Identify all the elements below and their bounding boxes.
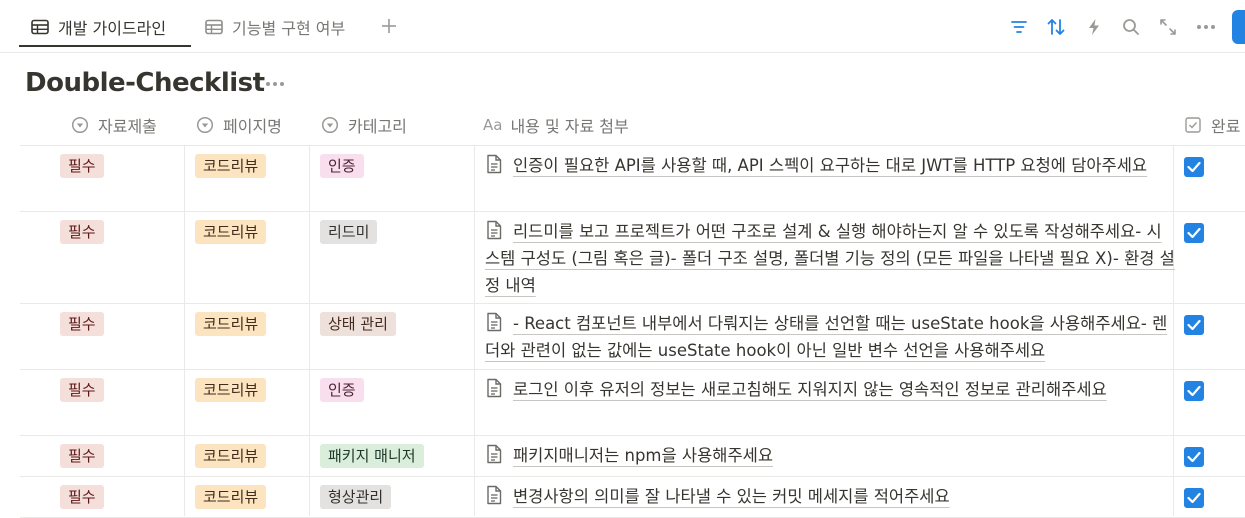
column-label: 카테고리 [348, 117, 407, 136]
table-row[interactable]: 필수 코드리뷰 상태 관리 - React 컴포넌트 내부에서 다뤄지는 상태를… [20, 304, 1245, 370]
done-checkbox[interactable] [1184, 381, 1204, 401]
table-row[interactable]: 필수 코드리뷰 패키지 매니저 패키지매니저는 npm을 사용해주세요 [20, 436, 1245, 477]
page-tag[interactable]: 코드리뷰 [195, 485, 267, 509]
title-icon: Aa [483, 116, 503, 134]
table-row[interactable]: 필수 코드리뷰 인증 인증이 필요한 API를 사용할 때, API 스펙이 요… [20, 146, 1245, 212]
column-label: 페이지명 [223, 117, 282, 136]
content-cell[interactable]: - React 컴포넌트 내부에서 다뤄지는 상태를 선언할 때는 useSta… [485, 310, 1175, 364]
filter-button[interactable] [1007, 15, 1031, 39]
table-row[interactable]: 필수 코드리뷰 리드미 리드미를 보고 프로젝트가 어떤 구조로 설계 & 실행… [20, 212, 1245, 304]
more-options-button[interactable] [1194, 15, 1218, 39]
search-icon [1123, 19, 1139, 35]
column-header-page[interactable]: 페이지명 [195, 108, 282, 142]
content-link[interactable]: 패키지매니저는 npm을 사용해주세요 [513, 446, 773, 465]
column-header-category[interactable]: 카테고리 [320, 108, 407, 142]
table-icon [30, 17, 50, 37]
expand-icon [1160, 19, 1176, 35]
search-button[interactable] [1119, 15, 1143, 39]
expand-button[interactable] [1156, 15, 1180, 39]
add-view-button[interactable] [377, 14, 401, 38]
content-cell[interactable]: 패키지매니저는 npm을 사용해주세요 [485, 442, 1175, 469]
column-header-done[interactable]: 완료 [1183, 108, 1240, 142]
table-row[interactable]: 필수 코드리뷰 인증 로그인 이후 유저의 정보는 새로고침해도 지워지지 않는… [20, 370, 1245, 436]
category-tag[interactable]: 상태 관리 [320, 312, 396, 336]
check-icon [1187, 161, 1201, 173]
submit-tag[interactable]: 필수 [60, 485, 104, 509]
tab-dev-guideline[interactable]: 개발 가이드라인 [30, 12, 166, 42]
table-row[interactable]: 필수 코드리뷰 형상관리 변경사항의 의미를 잘 나타낼 수 있는 커밋 메세지… [20, 477, 1245, 518]
done-checkbox[interactable] [1184, 223, 1204, 243]
document-icon [487, 312, 502, 332]
active-tab-indicator [19, 45, 191, 47]
submit-tag[interactable]: 필수 [60, 378, 104, 402]
tab-label: 기능별 구현 여부 [232, 19, 346, 38]
select-icon [70, 115, 90, 135]
page-tag[interactable]: 코드리뷰 [195, 312, 267, 336]
category-tag[interactable]: 패키지 매니저 [320, 444, 424, 468]
submit-tag[interactable]: 필수 [60, 220, 104, 244]
page-tag[interactable]: 코드리뷰 [195, 378, 267, 402]
content-link[interactable]: 인증이 필요한 API를 사용할 때, API 스펙이 요구하는 대로 JWT를… [513, 156, 1147, 175]
category-tag[interactable]: 형상관리 [320, 485, 392, 509]
database-title[interactable]: Double-Checklist [25, 68, 265, 98]
more-icon [1197, 25, 1215, 29]
done-checkbox[interactable] [1184, 315, 1204, 335]
submit-tag[interactable]: 필수 [60, 154, 104, 178]
document-icon [487, 444, 502, 464]
column-label: 자료제출 [98, 117, 157, 136]
document-icon [487, 485, 502, 505]
content-cell[interactable]: 로그인 이후 유저의 정보는 새로고침해도 지워지지 않는 영속적인 정보로 관… [485, 376, 1175, 403]
filter-icon [1011, 21, 1027, 33]
content-link[interactable]: 리드미를 보고 프로젝트가 어떤 구조로 설계 & 실행 해야하는지 알 수 있… [485, 222, 1175, 295]
view-tabs-bar: 개발 가이드라인 기능별 구현 여부 [0, 0, 1245, 53]
plus-icon [382, 19, 396, 33]
title-more-button[interactable] [262, 74, 288, 94]
category-tag[interactable]: 인증 [320, 154, 364, 178]
check-icon [1187, 227, 1201, 239]
category-tag[interactable]: 리드미 [320, 220, 378, 244]
document-icon [487, 378, 502, 398]
content-cell[interactable]: 인증이 필요한 API를 사용할 때, API 스펙이 요구하는 대로 JWT를… [485, 152, 1175, 179]
page-tag[interactable]: 코드리뷰 [195, 154, 267, 178]
check-icon [1187, 451, 1201, 463]
content-link[interactable]: - React 컴포넌트 내부에서 다뤄지는 상태를 선언할 때는 useSta… [485, 314, 1167, 360]
done-checkbox[interactable] [1184, 447, 1204, 467]
check-icon [1187, 385, 1201, 397]
content-link[interactable]: 로그인 이후 유저의 정보는 새로고침해도 지워지지 않는 영속적인 정보로 관… [513, 380, 1107, 399]
content-cell[interactable]: 변경사항의 의미를 잘 나타낼 수 있는 커밋 메세지를 적어주세요 [485, 483, 1175, 510]
submit-tag[interactable]: 필수 [60, 444, 104, 468]
column-header-content[interactable]: Aa 내용 및 자료 첨부 [483, 108, 629, 142]
checkbox-icon [1183, 115, 1203, 135]
automation-icon [1089, 19, 1099, 35]
document-icon [487, 154, 502, 174]
select-icon [195, 115, 215, 135]
document-icon [487, 220, 502, 240]
done-checkbox[interactable] [1184, 488, 1204, 508]
done-checkbox[interactable] [1184, 157, 1204, 177]
page-tag[interactable]: 코드리뷰 [195, 220, 267, 244]
check-icon [1187, 492, 1201, 504]
sort-button[interactable] [1044, 15, 1068, 39]
column-header-submit[interactable]: 자료제출 [70, 108, 157, 142]
content-cell[interactable]: 리드미를 보고 프로젝트가 어떤 구조로 설계 & 실행 해야하는지 알 수 있… [485, 218, 1175, 299]
check-icon [1187, 319, 1201, 331]
submit-tag[interactable]: 필수 [60, 312, 104, 336]
sort-icon [1047, 19, 1065, 35]
automation-button[interactable] [1082, 15, 1106, 39]
column-label: 완료 [1211, 117, 1241, 136]
new-button[interactable] [1232, 10, 1245, 44]
more-icon [266, 82, 284, 86]
content-link[interactable]: 변경사항의 의미를 잘 나타낼 수 있는 커밋 메세지를 적어주세요 [513, 487, 950, 506]
table-icon [204, 17, 224, 37]
category-tag[interactable]: 인증 [320, 378, 364, 402]
select-icon [320, 115, 340, 135]
page-tag[interactable]: 코드리뷰 [195, 444, 267, 468]
tab-label: 개발 가이드라인 [58, 19, 167, 38]
tab-feature-status[interactable]: 기능별 구현 여부 [204, 12, 345, 42]
column-label: 내용 및 자료 첨부 [510, 117, 629, 136]
